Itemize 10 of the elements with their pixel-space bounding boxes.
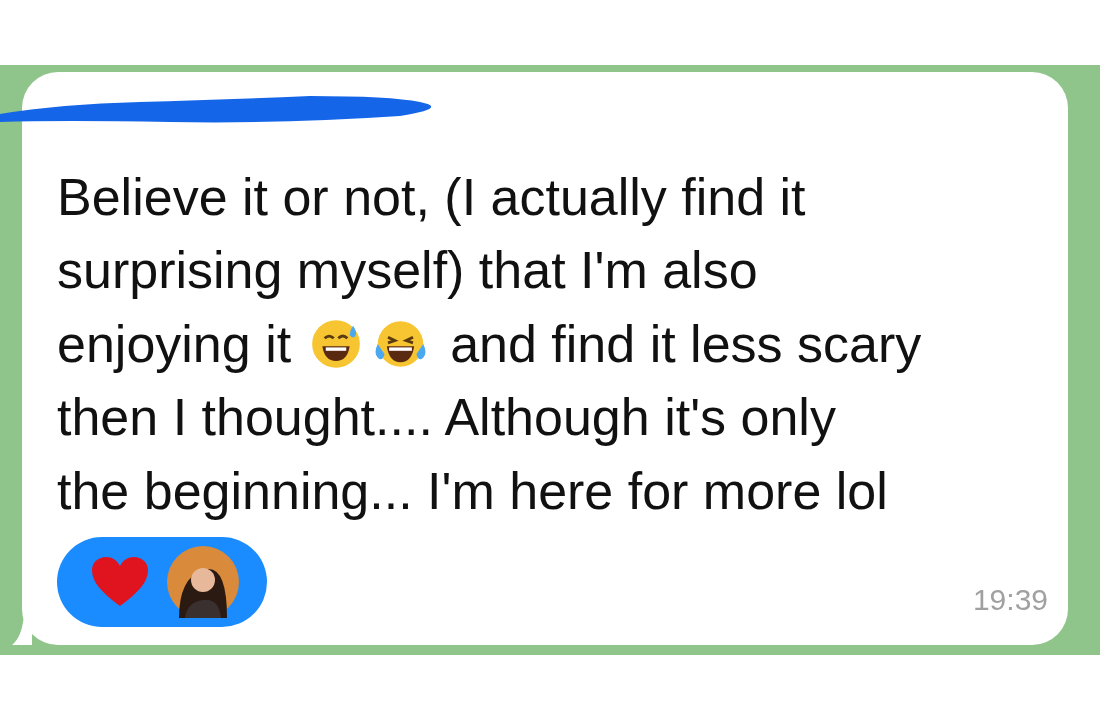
message-text: Believe it or not, (I actually find it: [57, 166, 806, 227]
sweat-smile-emoji-icon: [311, 318, 362, 369]
message-text: then I thought.... Although it's only: [57, 387, 836, 448]
heart-icon: [91, 556, 149, 608]
avatar: [167, 546, 239, 618]
message-text: the beginning... I'm here for more lol: [57, 460, 888, 521]
message-text: surprising myself) that I'm also: [57, 240, 758, 301]
message-text: enjoying it: [57, 313, 292, 374]
message-time: 19:39: [972, 583, 1048, 617]
message-text: and find it less scary: [450, 313, 922, 374]
